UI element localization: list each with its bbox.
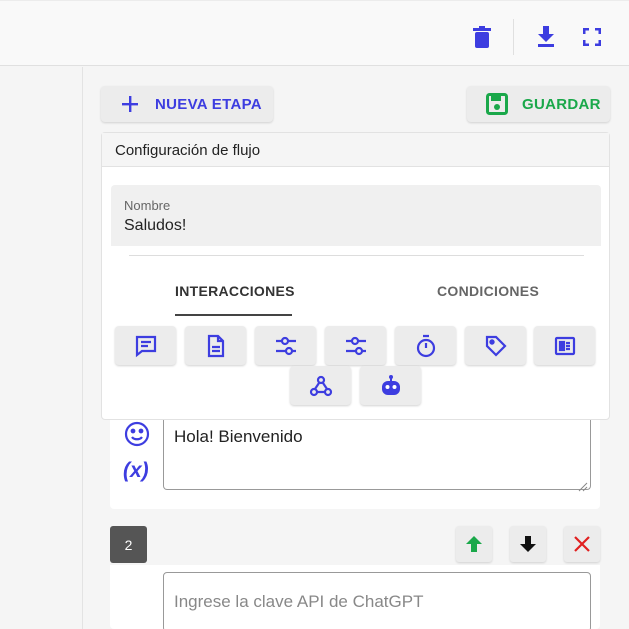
- document-icon: [204, 334, 228, 358]
- list-tool-button[interactable]: [534, 326, 595, 365]
- toolbar-divider: [513, 19, 514, 55]
- document-tool-button[interactable]: [185, 326, 246, 365]
- trash-icon[interactable]: [470, 25, 494, 49]
- name-field[interactable]: Nombre Saludos!: [111, 185, 601, 246]
- new-stage-button[interactable]: NUEVA ETAPA: [101, 86, 273, 122]
- resize-handle[interactable]: [578, 477, 588, 492]
- tab-conditions[interactable]: CONDICIONES: [437, 283, 539, 299]
- active-tab-indicator: [175, 314, 292, 316]
- tag-icon: [484, 334, 508, 358]
- plus-icon: [121, 95, 139, 113]
- options-icon: [344, 334, 368, 358]
- close-icon: [573, 535, 591, 553]
- save-label: GUARDAR: [522, 95, 601, 113]
- save-button[interactable]: GUARDAR: [467, 86, 610, 122]
- step-number: 2: [110, 526, 147, 563]
- left-pane: [0, 67, 83, 629]
- message-text: Hola! Bienvenido: [174, 427, 303, 446]
- tab-interactions[interactable]: INTERACCIONES: [175, 283, 295, 299]
- tag-tool-button[interactable]: [465, 326, 526, 365]
- flow-config-title: Configuración de flujo: [102, 133, 609, 167]
- move-up-button[interactable]: [456, 526, 492, 562]
- api-key-input[interactable]: [163, 572, 591, 629]
- flow-config-card: Configuración de flujo Nombre Saludos! I…: [101, 132, 610, 420]
- message-textarea[interactable]: Hola! Bienvenido: [163, 420, 591, 492]
- fullscreen-icon[interactable]: [580, 25, 604, 49]
- message-icon: [134, 334, 158, 358]
- message-tool-button[interactable]: [115, 326, 176, 365]
- divider: [129, 255, 584, 256]
- robot-tool-button[interactable]: [360, 366, 421, 405]
- timer-icon: [414, 334, 438, 358]
- options-tool-button-2[interactable]: [325, 326, 386, 365]
- list-icon: [553, 334, 577, 358]
- remove-step-button[interactable]: [564, 526, 600, 562]
- webhook-tool-button[interactable]: [290, 366, 351, 405]
- download-icon[interactable]: [534, 25, 558, 49]
- new-stage-label: NUEVA ETAPA: [155, 95, 262, 113]
- robot-icon: [379, 374, 403, 398]
- webhook-icon: [309, 374, 333, 398]
- options-tool-button[interactable]: [255, 326, 316, 365]
- variable-button[interactable]: (x): [123, 459, 149, 483]
- options-icon: [274, 334, 298, 358]
- save-icon: [486, 93, 508, 115]
- emoji-icon[interactable]: [124, 421, 150, 447]
- name-label: Nombre: [124, 198, 171, 213]
- move-down-button[interactable]: [510, 526, 546, 562]
- timer-tool-button[interactable]: [395, 326, 456, 365]
- top-toolbar: [0, 0, 629, 66]
- arrow-down-icon: [519, 535, 537, 553]
- name-value[interactable]: Saludos!: [124, 217, 186, 235]
- arrow-up-icon: [465, 535, 483, 553]
